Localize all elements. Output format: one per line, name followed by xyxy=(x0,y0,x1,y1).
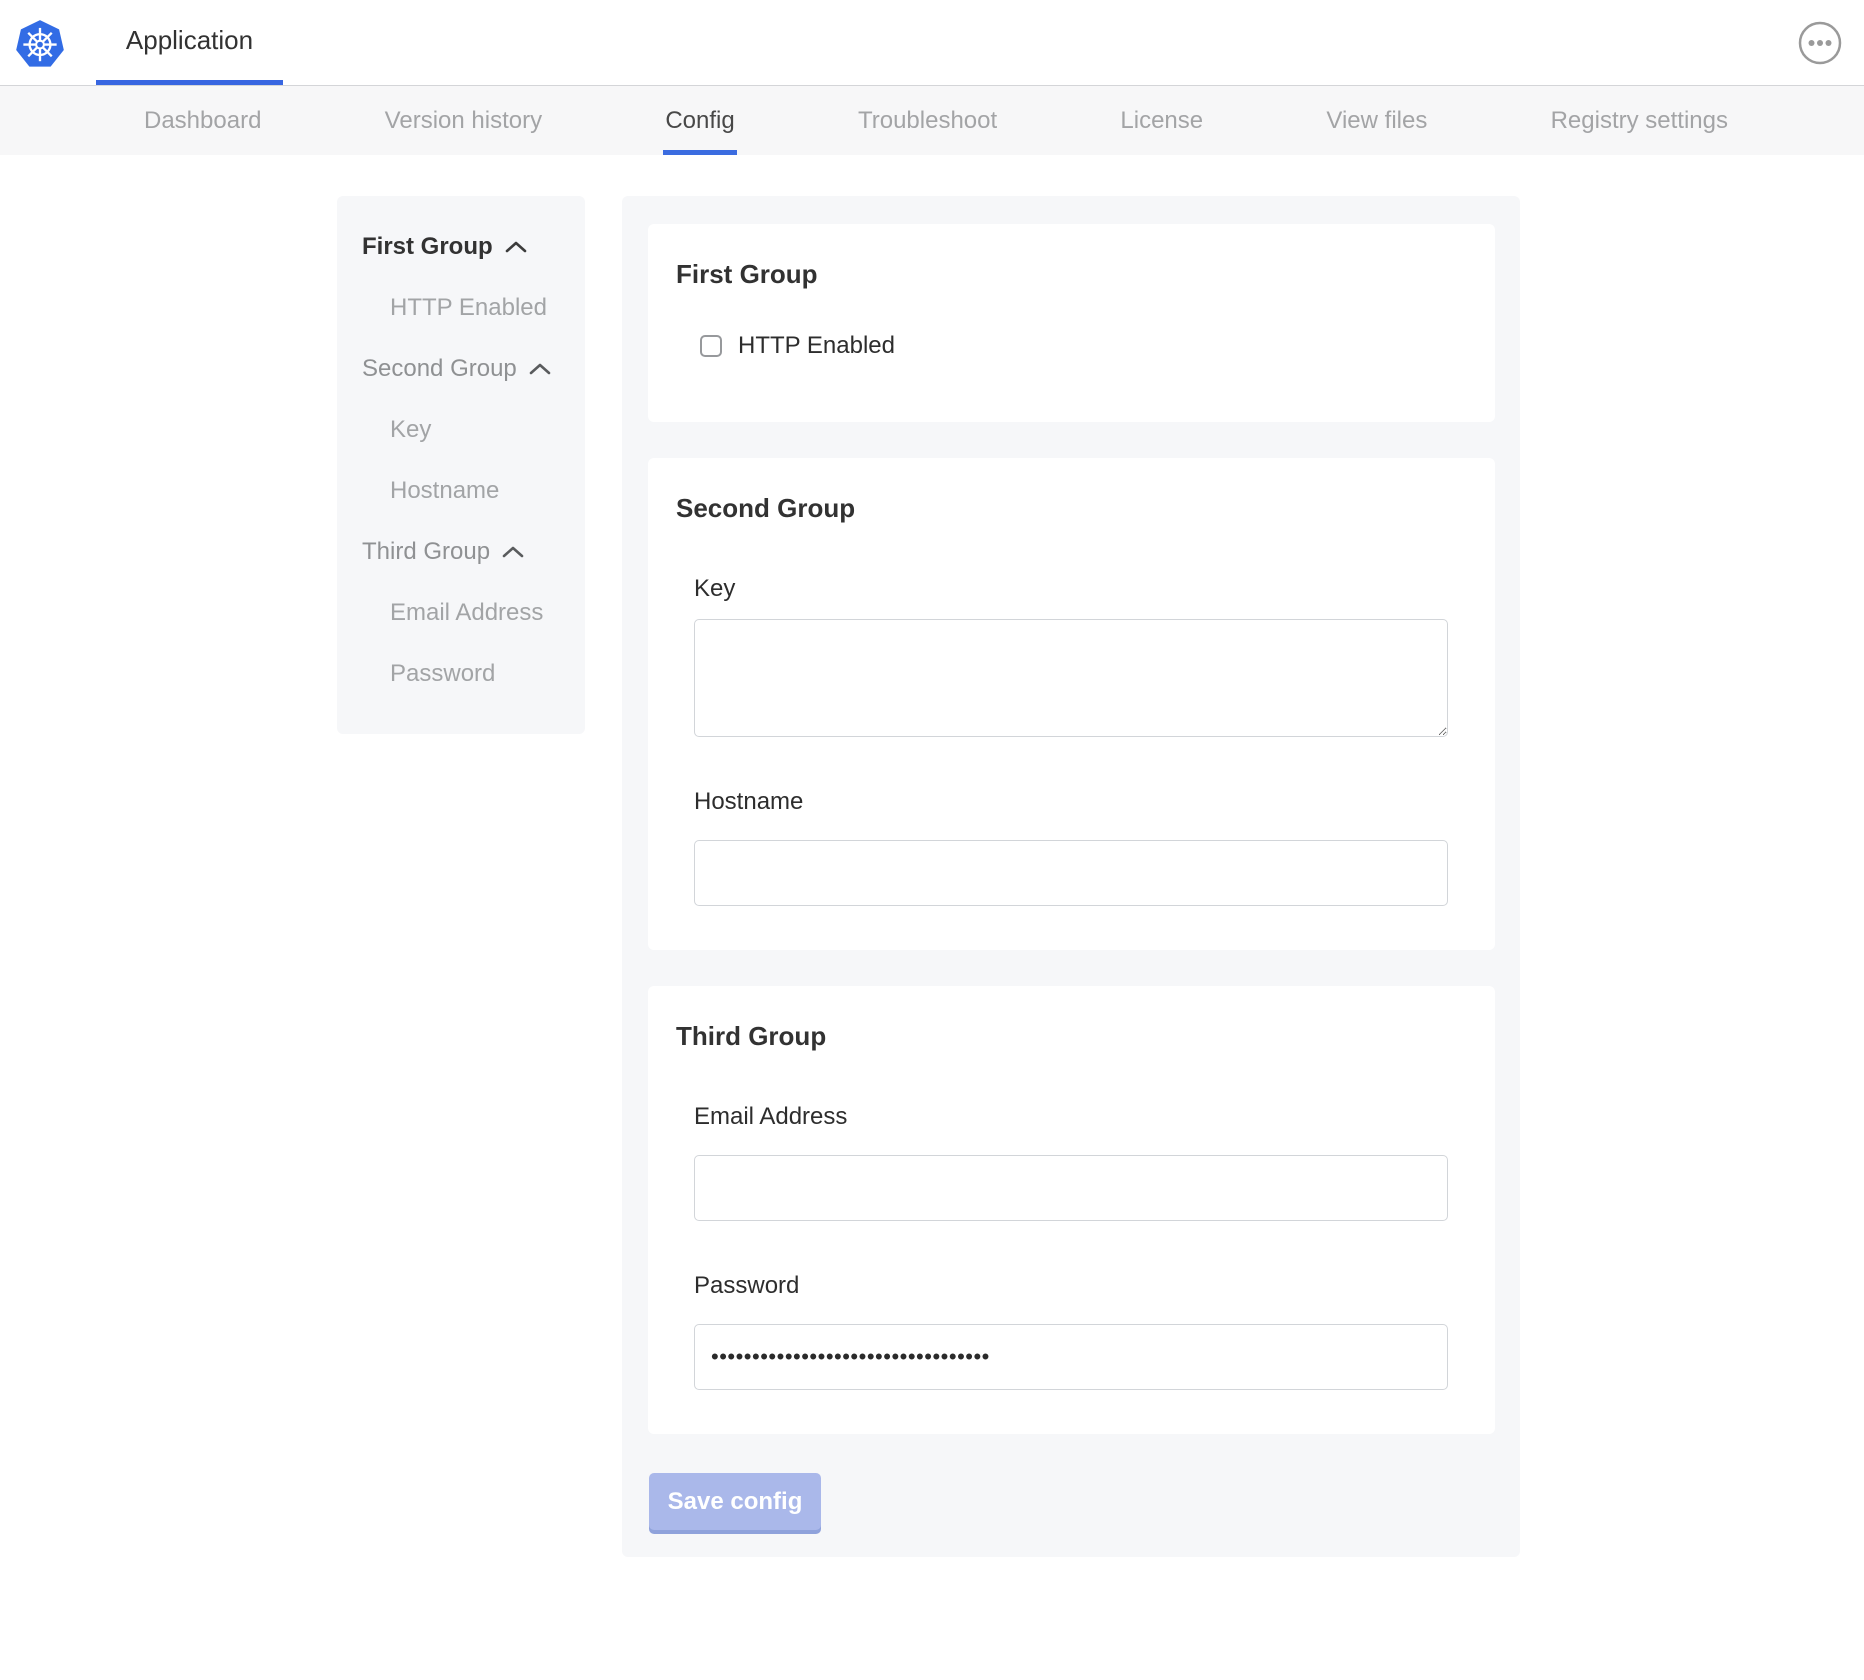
password-field: Password xyxy=(694,1272,1449,1390)
tab-application[interactable]: Application xyxy=(96,0,283,85)
config-sidebar: First Group HTTP Enabled Second Group Ke… xyxy=(337,196,585,734)
http-enabled-checkbox[interactable] xyxy=(700,335,722,357)
ellipsis-circle-icon xyxy=(1798,53,1842,68)
sidebar-item-hostname[interactable]: Hostname xyxy=(337,460,585,521)
sidebar-group-label: Third Group xyxy=(362,538,490,566)
config-group-third: Third Group Email Address Password xyxy=(648,986,1495,1434)
key-field: Key xyxy=(694,575,1449,737)
checkbox-label: HTTP Enabled xyxy=(738,332,895,360)
field-label: Hostname xyxy=(694,788,1449,816)
sidebar-item-key[interactable]: Key xyxy=(337,399,585,460)
tab-dashboard[interactable]: Dashboard xyxy=(142,86,263,155)
hostname-field: Hostname xyxy=(694,788,1449,906)
tab-view-files[interactable]: View files xyxy=(1324,86,1429,155)
sidebar-item-email-address[interactable]: Email Address xyxy=(337,582,585,643)
tab-config[interactable]: Config xyxy=(663,86,736,155)
app-root: Application Dashboard Version history Co… xyxy=(0,0,1864,1557)
sidebar-item-label: HTTP Enabled xyxy=(390,294,547,322)
email-address-input[interactable] xyxy=(694,1155,1448,1221)
key-textarea[interactable] xyxy=(694,619,1448,737)
chevron-up-icon xyxy=(529,363,551,375)
sidebar-item-password[interactable]: Password xyxy=(337,643,585,704)
save-config-button[interactable]: Save config xyxy=(649,1473,821,1530)
http-enabled-checkbox-row[interactable]: HTTP Enabled xyxy=(700,332,1449,360)
password-input[interactable] xyxy=(694,1324,1448,1390)
field-label: Key xyxy=(694,575,1449,603)
sidebar-item-label: Email Address xyxy=(390,599,543,627)
group-title: First Group xyxy=(676,259,1449,290)
more-options-button[interactable] xyxy=(1798,21,1842,65)
sidebar-group-third-group[interactable]: Third Group xyxy=(337,521,585,582)
config-page: First Group HTTP Enabled Second Group Ke… xyxy=(337,196,1864,1557)
config-group-first: First Group HTTP Enabled xyxy=(648,224,1495,422)
sidebar-item-label: Key xyxy=(390,416,431,444)
app-navbar: Dashboard Version history Config Trouble… xyxy=(0,86,1864,155)
tab-registry-settings[interactable]: Registry settings xyxy=(1549,86,1730,155)
sidebar-item-http-enabled[interactable]: HTTP Enabled xyxy=(337,277,585,338)
sidebar-item-label: Hostname xyxy=(390,477,499,505)
tab-troubleshoot[interactable]: Troubleshoot xyxy=(856,86,999,155)
field-label: Password xyxy=(694,1272,1449,1300)
field-label: Email Address xyxy=(694,1103,1449,1131)
app-header: Application xyxy=(0,0,1864,86)
group-title: Third Group xyxy=(676,1021,1449,1052)
group-title: Second Group xyxy=(676,493,1449,524)
hostname-input[interactable] xyxy=(694,840,1448,906)
email-address-field: Email Address xyxy=(694,1103,1449,1221)
sidebar-group-second-group[interactable]: Second Group xyxy=(337,338,585,399)
tab-license[interactable]: License xyxy=(1118,86,1205,155)
chevron-up-icon xyxy=(502,546,524,558)
kubernetes-logo-icon xyxy=(14,15,66,71)
sidebar-group-first-group[interactable]: First Group xyxy=(337,216,585,277)
sidebar-item-label: Password xyxy=(390,660,495,688)
tab-version-history[interactable]: Version history xyxy=(383,86,544,155)
config-form-panel: First Group HTTP Enabled Second Group Ke… xyxy=(622,196,1520,1557)
sidebar-group-label: Second Group xyxy=(362,355,517,383)
config-group-second: Second Group Key Hostname xyxy=(648,458,1495,950)
chevron-up-icon xyxy=(505,241,527,253)
sidebar-group-label: First Group xyxy=(362,233,493,261)
